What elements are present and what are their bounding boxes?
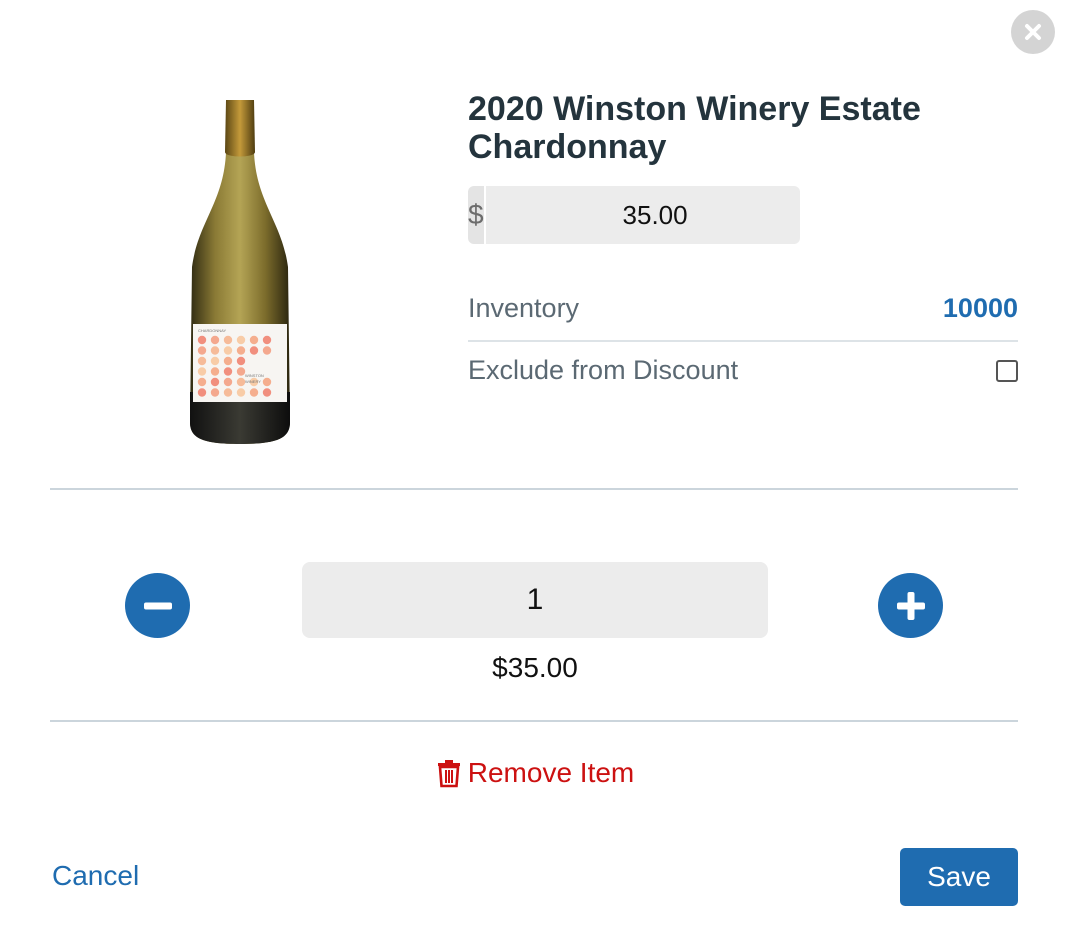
- svg-text:WINERY: WINERY: [245, 379, 261, 384]
- close-button[interactable]: [1011, 10, 1055, 54]
- price-field: $: [468, 186, 800, 244]
- svg-text:CHARDONNAY: CHARDONNAY: [198, 328, 226, 333]
- inventory-value: 10000: [942, 293, 1018, 323]
- price-input[interactable]: [485, 186, 800, 244]
- cancel-button[interactable]: Cancel: [52, 860, 139, 892]
- divider: [468, 340, 1018, 342]
- trash-icon: [437, 760, 460, 788]
- inventory-label: Inventory: [468, 293, 580, 323]
- save-button[interactable]: Save: [900, 848, 1018, 906]
- product-image: CHARDONNAY WINSTON WINERY: [150, 92, 330, 452]
- remove-item-button[interactable]: Remove Item: [300, 757, 770, 789]
- product-title: 2020 Winston Winery Estate Chardonnay: [468, 90, 921, 166]
- svg-text:WINSTON: WINSTON: [245, 373, 264, 378]
- line-total: $35.00: [492, 652, 578, 683]
- exclude-discount-label: Exclude from Discount: [468, 355, 739, 385]
- remove-item-label: Remove Item: [467, 757, 635, 788]
- exclude-discount-checkbox[interactable]: [996, 360, 1018, 382]
- close-icon: [1025, 24, 1041, 40]
- divider: [50, 720, 1018, 722]
- divider: [50, 488, 1018, 490]
- increase-quantity-button[interactable]: [878, 573, 943, 638]
- plus-icon: [896, 591, 925, 620]
- decrease-quantity-button[interactable]: [125, 573, 190, 638]
- quantity-input[interactable]: [302, 562, 768, 638]
- minus-icon: [143, 602, 172, 609]
- currency-symbol: $: [468, 186, 486, 244]
